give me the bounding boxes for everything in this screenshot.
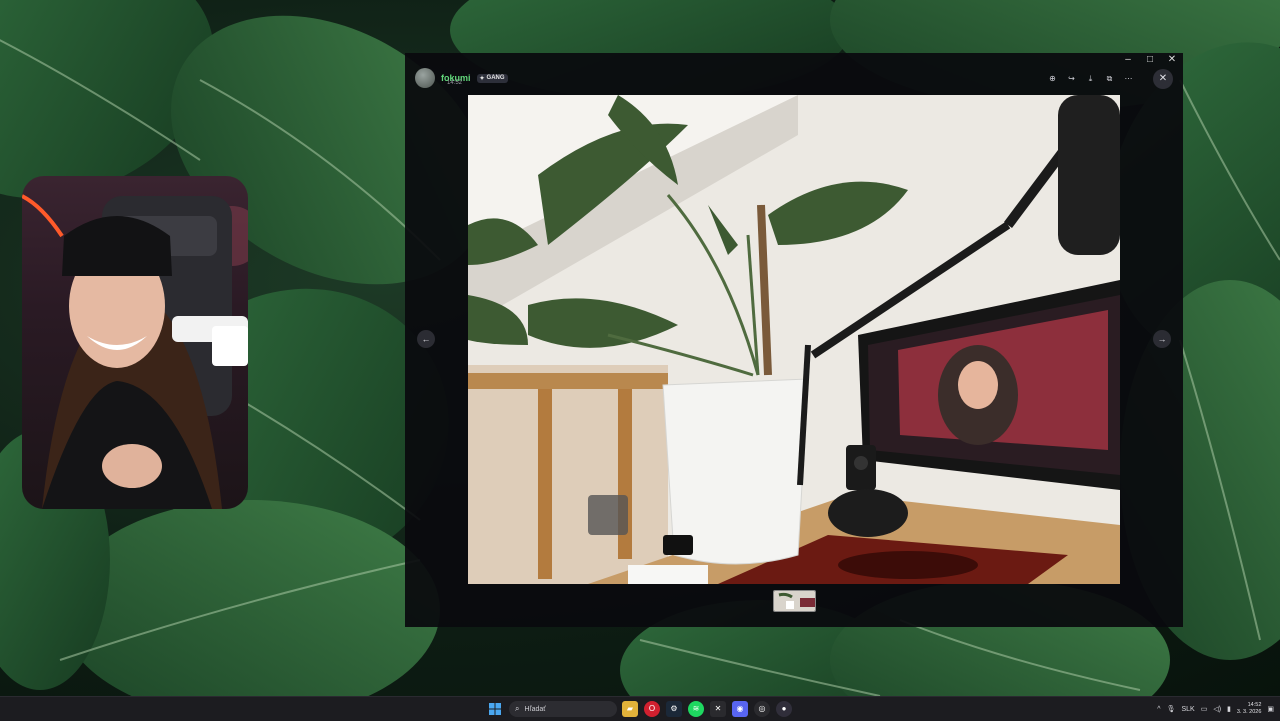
previous-icon: ← <box>421 334 431 344</box>
battery-icon[interactable]: ▮ <box>1227 705 1231 713</box>
next-image-button[interactable]: → <box>1153 330 1171 348</box>
search-placeholder: Hľadať <box>524 705 546 713</box>
clock-date: 3. 3. 2026 <box>1236 709 1262 715</box>
gang-icon: ✦ <box>479 75 485 82</box>
search-icon: ⌕ <box>515 704 520 713</box>
streamer-webcam-image <box>22 194 248 509</box>
image-viewer-window: – □ ✕ fokumi ✦ GANG 14:52 ⊕ ↪ ⤓ ⧉ ⋯ ✕ ← … <box>405 53 1183 627</box>
network-icon[interactable]: ▭ <box>1201 705 1208 713</box>
clock[interactable]: 14:52 3. 3. 2026 <box>1237 702 1261 716</box>
capcut-icon[interactable]: ✕ <box>710 701 726 717</box>
obs-icon[interactable]: ● <box>776 701 792 717</box>
viewer-toolbar: ⊕ ↪ ⤓ ⧉ ⋯ <box>1045 71 1136 86</box>
server-tag-label: GANG <box>486 75 505 81</box>
clock-time: 14:52 <box>1247 702 1262 708</box>
open-external-icon[interactable]: ⧉ <box>1102 71 1117 86</box>
steam-icon[interactable]: ⚙ <box>666 701 682 717</box>
volume-icon[interactable]: ◁) <box>1213 705 1221 713</box>
system-tray: ^ 🎙 SLK ▭ ◁) ▮ 14:52 3. 3. 2026 ▣ <box>1157 697 1274 721</box>
taskbar: ⌕ Hľadať ▰ O ⚙ ≋ ✕ ◉ ◎ ● ^ 🎙 SLK ▭ ◁) ▮ … <box>0 696 1280 721</box>
thumbnail-image <box>774 591 815 611</box>
close-viewer-button[interactable]: ✕ <box>1153 69 1173 89</box>
message-timestamp: 14:52 <box>447 80 463 86</box>
avatar[interactable] <box>415 68 435 88</box>
window-controls: – □ ✕ <box>1121 53 1179 67</box>
taskbar-apps: ▰ O ⚙ ≋ ✕ ◉ ◎ ● <box>622 701 792 717</box>
microphone-icon[interactable]: 🎙 <box>1167 705 1176 713</box>
notification-icon[interactable]: ▣ <box>1267 705 1274 713</box>
chevron-up-icon[interactable]: ^ <box>1157 706 1160 713</box>
chrome-icon[interactable]: ◎ <box>754 701 770 717</box>
discord-icon[interactable]: ◉ <box>732 701 748 717</box>
more-icon[interactable]: ⋯ <box>1121 71 1136 86</box>
minimize-icon[interactable]: – <box>1121 53 1135 67</box>
file-explorer-icon[interactable]: ▰ <box>622 701 638 717</box>
taskbar-search[interactable]: ⌕ Hľadať <box>509 701 617 717</box>
close-icon[interactable]: ✕ <box>1165 53 1179 67</box>
maximize-icon[interactable]: □ <box>1143 53 1157 67</box>
next-icon: → <box>1157 334 1167 344</box>
language-indicator[interactable]: SLK <box>1181 706 1194 713</box>
attachment-thumbnail[interactable] <box>773 590 816 612</box>
attachment-photo <box>468 95 1120 584</box>
forward-icon[interactable]: ↪ <box>1064 71 1079 86</box>
server-tag-badge: ✦ GANG <box>476 73 508 83</box>
windows-start-icon[interactable] <box>489 703 501 715</box>
opera-icon[interactable]: O <box>644 701 660 717</box>
webcam-overlay <box>22 176 248 509</box>
previous-image-button[interactable]: ← <box>417 330 435 348</box>
spotify-icon[interactable]: ≋ <box>688 701 704 717</box>
zoom-in-icon[interactable]: ⊕ <box>1045 71 1060 86</box>
monstera-desk-photo <box>468 95 1120 584</box>
download-icon[interactable]: ⤓ <box>1083 71 1098 86</box>
